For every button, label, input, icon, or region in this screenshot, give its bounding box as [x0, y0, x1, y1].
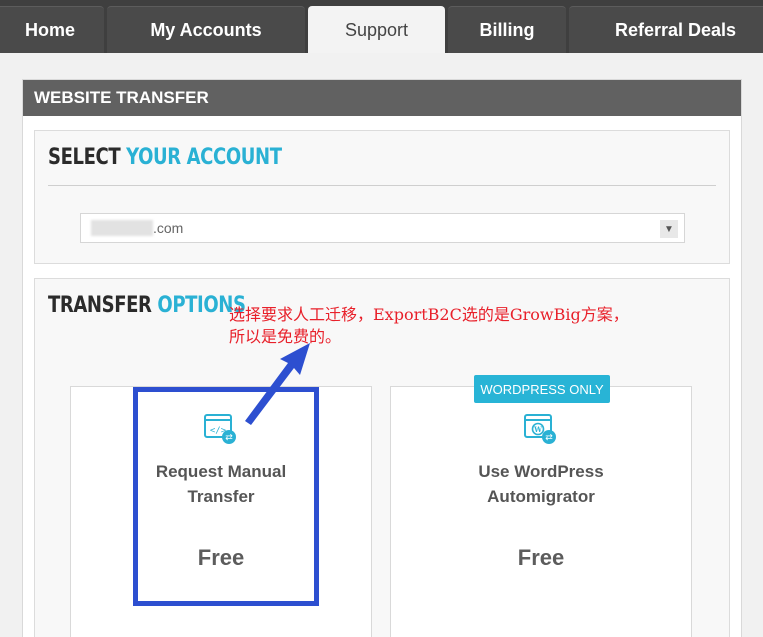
tab-my-accounts[interactable]: My Accounts	[107, 6, 305, 53]
transfer-options-title: TRANSFER OPTIONS	[48, 293, 246, 318]
top-navigation: Home My Accounts Support Billing Referra…	[0, 0, 763, 53]
divider	[48, 185, 716, 186]
tab-billing[interactable]: Billing	[448, 6, 566, 53]
card-title: Use WordPress Automigrator	[391, 459, 691, 509]
tab-support[interactable]: Support	[308, 6, 445, 53]
panel-title: WEBSITE TRANSFER	[23, 80, 741, 116]
chevron-down-icon[interactable]: ▼	[660, 220, 678, 238]
website-transfer-panel: WEBSITE TRANSFER SELECT YOUR ACCOUNT .co…	[22, 79, 742, 637]
select-account-title: SELECT YOUR ACCOUNT	[48, 145, 282, 170]
wordpress-automigrator-card[interactable]: WORDPRESS ONLY W ⇄ Use WordPress Automig…	[390, 375, 692, 637]
wordpress-only-badge: WORDPRESS ONLY	[474, 375, 610, 403]
tab-home[interactable]: Home	[0, 6, 104, 53]
wordpress-transfer-icon: W ⇄	[524, 414, 556, 444]
transfer-options-title-part1: TRANSFER	[48, 293, 152, 318]
redacted-domain	[91, 220, 153, 236]
annotation-line2: 所以是免费的。	[229, 327, 342, 346]
account-select[interactable]: .com ▼	[80, 213, 685, 243]
card-title-line1: Use WordPress	[478, 462, 604, 481]
select-account-title-part2: YOUR ACCOUNT	[126, 145, 282, 170]
svg-text:W: W	[533, 425, 542, 434]
card-price: Free	[517, 545, 565, 570]
select-account-section: SELECT YOUR ACCOUNT .com ▼	[34, 130, 730, 264]
tab-referral-deals[interactable]: Referral Deals	[569, 6, 763, 53]
select-account-title-part1: SELECT	[48, 145, 121, 170]
card-title-line2: Automigrator	[487, 487, 595, 506]
annotation-text: 选择要求人工迁移，ExportB2C选的是GrowBig方案， 所以是免费的。	[229, 304, 749, 348]
annotation-line1: 选择要求人工迁移，ExportB2C选的是GrowBig方案，	[229, 305, 629, 324]
annotation-arrow-icon	[245, 343, 310, 425]
svg-text:⇄: ⇄	[545, 433, 553, 443]
account-select-value: .com	[153, 220, 184, 236]
